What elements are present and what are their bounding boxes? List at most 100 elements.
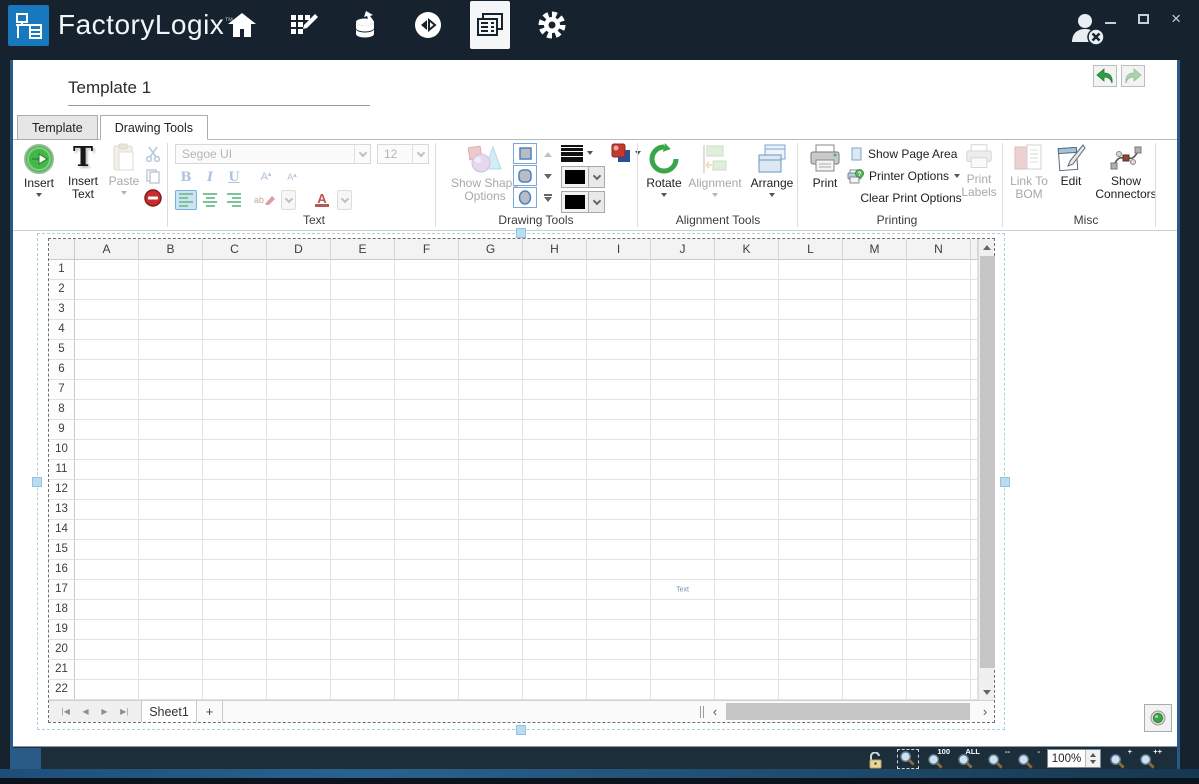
cell-B6[interactable] — [139, 360, 203, 380]
cell-N8[interactable] — [907, 400, 971, 420]
cell-D21[interactable] — [267, 660, 331, 680]
cell-I13[interactable] — [587, 500, 651, 520]
cell-J11[interactable] — [651, 460, 715, 480]
zoom-fit-all-button[interactable]: ALL — [957, 749, 979, 769]
cell-E3[interactable] — [331, 300, 395, 320]
first-sheet-button[interactable]: |◀ — [62, 707, 70, 716]
cell-I21[interactable] — [587, 660, 651, 680]
cell-N12[interactable] — [907, 480, 971, 500]
column-header-J[interactable]: J — [651, 239, 715, 260]
column-header-F[interactable]: F — [395, 239, 459, 260]
cell-J13[interactable] — [651, 500, 715, 520]
cell-I15[interactable] — [587, 540, 651, 560]
cell-C4[interactable] — [203, 320, 267, 340]
row-header-1[interactable]: 1 — [49, 260, 75, 280]
zoom-in-fast-button[interactable]: ++ — [1139, 749, 1161, 769]
cell-G15[interactable] — [459, 540, 523, 560]
cell-G21[interactable] — [459, 660, 523, 680]
cell-L17[interactable] — [779, 580, 843, 600]
cell-H2[interactable] — [523, 280, 587, 300]
cell-J12[interactable] — [651, 480, 715, 500]
cell-I2[interactable] — [587, 280, 651, 300]
cell-F9[interactable] — [395, 420, 459, 440]
cell-I4[interactable] — [587, 320, 651, 340]
cell-E7[interactable] — [331, 380, 395, 400]
cell-A22[interactable] — [75, 680, 139, 700]
cell-G2[interactable] — [459, 280, 523, 300]
cell-N19[interactable] — [907, 620, 971, 640]
cell-E10[interactable] — [331, 440, 395, 460]
maximize-button[interactable] — [1138, 14, 1149, 24]
cell-I17[interactable] — [587, 580, 651, 600]
cell-M3[interactable] — [843, 300, 907, 320]
edit-button[interactable]: Edit — [1054, 143, 1088, 188]
cell-B14[interactable] — [139, 520, 203, 540]
cell-D8[interactable] — [267, 400, 331, 420]
link-to-bom-button[interactable]: Link To BOM — [1006, 143, 1052, 201]
zoom-to-selection-button[interactable] — [897, 749, 919, 769]
cell-H17[interactable] — [523, 580, 587, 600]
cell-K1[interactable] — [715, 260, 779, 280]
cell-G16[interactable] — [459, 560, 523, 580]
cell-F4[interactable] — [395, 320, 459, 340]
row-header-15[interactable]: 15 — [49, 540, 75, 560]
cell-L21[interactable] — [779, 660, 843, 680]
cell-F6[interactable] — [395, 360, 459, 380]
cell-H3[interactable] — [523, 300, 587, 320]
cell-I9[interactable] — [587, 420, 651, 440]
cell-L4[interactable] — [779, 320, 843, 340]
row-header-20[interactable]: 20 — [49, 640, 75, 660]
cell-F13[interactable] — [395, 500, 459, 520]
cell-B2[interactable] — [139, 280, 203, 300]
minimize-button[interactable] — [1105, 22, 1116, 24]
cell-C6[interactable] — [203, 360, 267, 380]
cell-K14[interactable] — [715, 520, 779, 540]
cell-M9[interactable] — [843, 420, 907, 440]
zoom-percent-spinbox[interactable]: 100% — [1047, 749, 1101, 768]
column-header-D[interactable]: D — [267, 239, 331, 260]
cell-C7[interactable] — [203, 380, 267, 400]
cell-I18[interactable] — [587, 600, 651, 620]
row-header-17[interactable]: 17 — [49, 580, 75, 600]
cell-G20[interactable] — [459, 640, 523, 660]
cell-G8[interactable] — [459, 400, 523, 420]
cell-I5[interactable] — [587, 340, 651, 360]
zoom-lock-button[interactable] — [867, 749, 889, 769]
cell-G6[interactable] — [459, 360, 523, 380]
shape-ellipse-item[interactable] — [513, 187, 537, 208]
cell-B7[interactable] — [139, 380, 203, 400]
redo-button[interactable] — [1121, 65, 1145, 87]
align-center-button[interactable] — [199, 190, 221, 210]
cell-K16[interactable] — [715, 560, 779, 580]
cell-G3[interactable] — [459, 300, 523, 320]
column-header-C[interactable]: C — [203, 239, 267, 260]
show-page-area-button[interactable]: Show Page Area — [851, 145, 971, 163]
cell-G11[interactable] — [459, 460, 523, 480]
cell-E15[interactable] — [331, 540, 395, 560]
cell-J16[interactable] — [651, 560, 715, 580]
cell-L13[interactable] — [779, 500, 843, 520]
canvas-text-object[interactable]: Text — [676, 586, 689, 593]
cell-C11[interactable] — [203, 460, 267, 480]
cell-M2[interactable] — [843, 280, 907, 300]
cell-J3[interactable] — [651, 300, 715, 320]
cell-D19[interactable] — [267, 620, 331, 640]
shape-gallery-down[interactable] — [540, 166, 555, 186]
cell-C20[interactable] — [203, 640, 267, 660]
cell-D13[interactable] — [267, 500, 331, 520]
cell-K12[interactable] — [715, 480, 779, 500]
cell-L3[interactable] — [779, 300, 843, 320]
cell-L16[interactable] — [779, 560, 843, 580]
column-header-K[interactable]: K — [715, 239, 779, 260]
line-color-picker[interactable] — [561, 166, 605, 188]
cell-M17[interactable] — [843, 580, 907, 600]
cell-E16[interactable] — [331, 560, 395, 580]
selection-handle-left[interactable] — [32, 477, 42, 487]
cell-E22[interactable] — [331, 680, 395, 700]
cell-H10[interactable] — [523, 440, 587, 460]
row-header-13[interactable]: 13 — [49, 500, 75, 520]
cell-J15[interactable] — [651, 540, 715, 560]
cell-D16[interactable] — [267, 560, 331, 580]
cell-C1[interactable] — [203, 260, 267, 280]
canvas-anchor-button[interactable] — [1144, 704, 1172, 732]
